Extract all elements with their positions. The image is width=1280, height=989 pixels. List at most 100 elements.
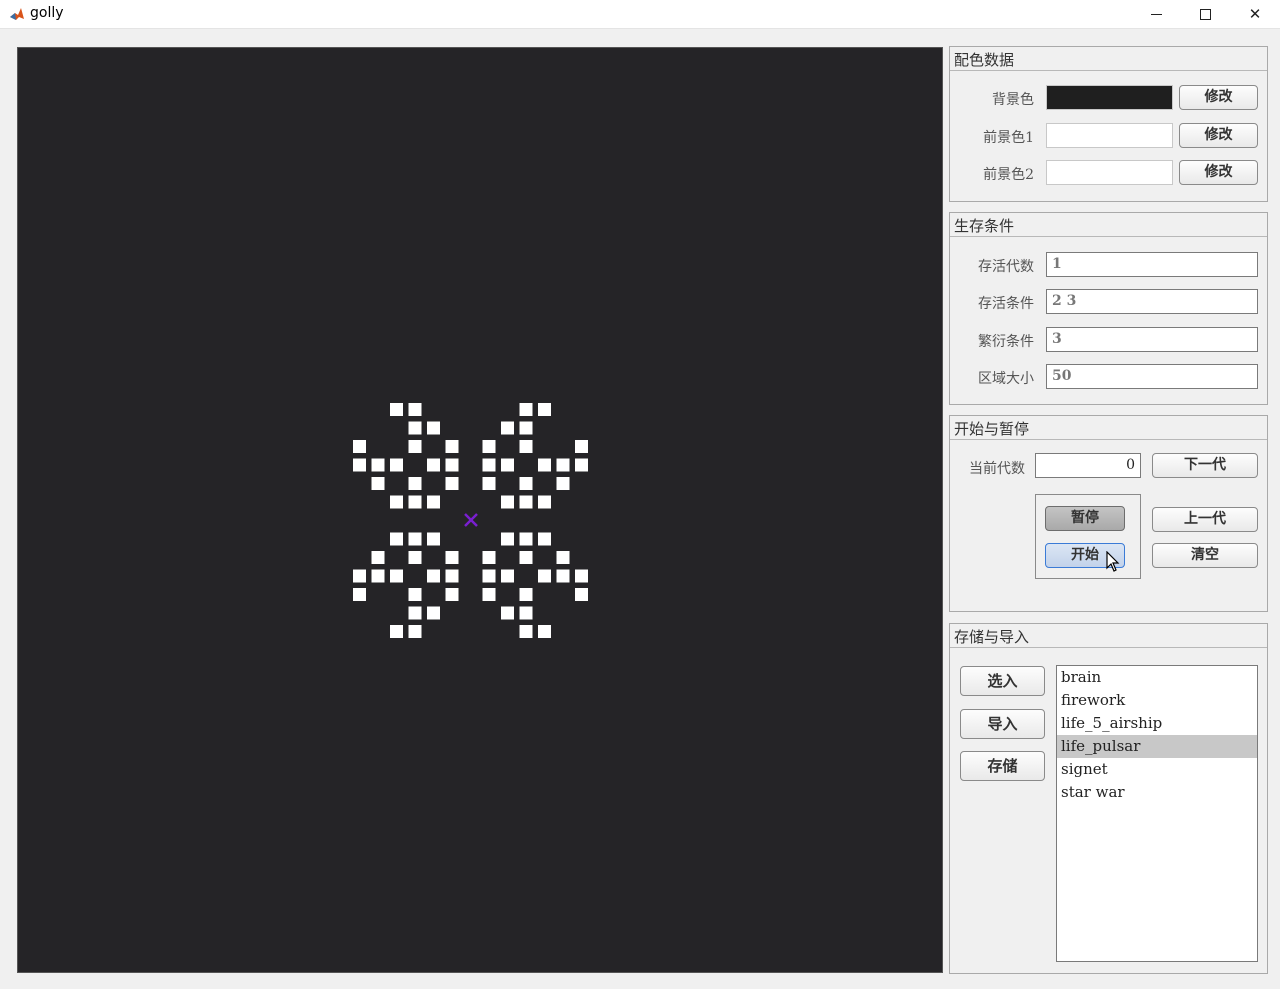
birth-condition-label: 繁衍条件: [978, 334, 1034, 350]
birth-condition-field[interactable]: 3: [1046, 327, 1258, 352]
live-cell: [538, 625, 551, 638]
edit-foreground-color1-button[interactable]: 修改: [1179, 123, 1258, 148]
edit-foreground-color2-button[interactable]: 修改: [1179, 160, 1258, 185]
live-cell: [445, 551, 459, 564]
live-cell: [575, 458, 588, 472]
close-icon: ✕: [1248, 5, 1262, 23]
close-button[interactable]: ✕: [1232, 0, 1278, 28]
live-cell: [390, 625, 403, 638]
live-cell: [482, 588, 496, 601]
list-item[interactable]: firework: [1057, 689, 1257, 712]
run-panel: 开始与暂停 当前代数 0 下一代 暂停 开始 上一代 清空: [949, 415, 1268, 612]
live-cell: [482, 458, 496, 472]
live-cell: [427, 421, 440, 435]
live-cell: [408, 477, 422, 490]
import-button[interactable]: 导入: [960, 709, 1045, 739]
list-item[interactable]: brain: [1057, 666, 1257, 689]
live-cell: [408, 606, 422, 620]
io-panel-title: 存储与导入: [954, 628, 1030, 646]
live-cell: [390, 458, 403, 472]
list-item[interactable]: life_5_airship: [1057, 712, 1257, 735]
generation-field[interactable]: 0: [1035, 453, 1141, 478]
center-cross-icon: [464, 513, 478, 527]
foreground-color1-swatch: [1046, 123, 1173, 148]
io-panel: 存储与导入 选入 导入 存储 brain firework life_5_air…: [949, 623, 1268, 974]
background-color-swatch: [1046, 85, 1173, 110]
live-cell: [538, 458, 551, 472]
live-cell: [445, 440, 459, 453]
life-board[interactable]: [17, 47, 943, 973]
matlab-icon: [9, 6, 25, 22]
survival-condition-label: 存活条件: [978, 296, 1034, 312]
list-item[interactable]: star war: [1057, 781, 1257, 804]
live-cell: [575, 588, 588, 601]
window-title: golly: [30, 5, 64, 21]
live-cell: [390, 495, 403, 509]
maximize-button[interactable]: [1182, 0, 1228, 28]
mouse-cursor-icon: [1106, 551, 1120, 572]
live-cell: [501, 421, 514, 435]
live-cell: [556, 569, 570, 583]
next-generation-button[interactable]: 下一代: [1152, 453, 1258, 478]
color-panel-title: 配色数据: [954, 51, 1015, 69]
live-cell: [408, 532, 422, 546]
live-cell: [538, 532, 551, 546]
survival-condition-field[interactable]: 2 3: [1046, 289, 1258, 314]
survival-generations-field[interactable]: 1: [1046, 252, 1258, 277]
live-cell: [556, 458, 570, 472]
live-cell: [371, 477, 385, 490]
live-cell: [482, 477, 496, 490]
maximize-icon: [1199, 9, 1211, 20]
live-cell: [482, 551, 496, 564]
live-cell: [408, 588, 422, 601]
live-cell: [519, 532, 533, 546]
live-cell: [371, 569, 385, 583]
live-cell: [390, 532, 403, 546]
foreground-color1-label: 前景色1: [983, 130, 1034, 146]
live-cell: [371, 551, 385, 564]
live-cell: [353, 440, 366, 453]
pause-button[interactable]: 暂停: [1045, 506, 1125, 531]
live-cell: [408, 421, 422, 435]
minimize-button[interactable]: [1133, 0, 1179, 28]
live-cell: [501, 495, 514, 509]
area-size-label: 区域大小: [978, 371, 1034, 387]
live-cell: [408, 551, 422, 564]
select-button[interactable]: 选入: [960, 666, 1045, 696]
live-cell: [501, 569, 514, 583]
survival-panel-title: 生存条件: [954, 217, 1015, 235]
live-cell: [408, 440, 422, 453]
minimize-icon: [1150, 14, 1162, 15]
live-cell: [538, 495, 551, 509]
live-cell: [538, 403, 551, 416]
live-cell: [501, 606, 514, 620]
live-cell: [519, 551, 533, 564]
generation-label: 当前代数: [969, 461, 1025, 477]
previous-generation-button[interactable]: 上一代: [1152, 507, 1258, 532]
area-size-field[interactable]: 50: [1046, 364, 1258, 389]
live-cell: [427, 495, 440, 509]
list-item-selected[interactable]: life_pulsar: [1057, 735, 1257, 758]
live-cell: [519, 606, 533, 620]
live-cell: [482, 440, 496, 453]
survival-panel: 生存条件 存活代数 1 存活条件 2 3 繁衍条件 3 区域大小 50: [949, 212, 1268, 405]
foreground-color2-label: 前景色2: [983, 167, 1034, 183]
list-item[interactable]: signet: [1057, 758, 1257, 781]
live-cell: [519, 625, 533, 638]
live-cell: [353, 569, 366, 583]
live-cell: [519, 477, 533, 490]
live-cell: [408, 625, 422, 638]
live-cell: [501, 532, 514, 546]
clear-button[interactable]: 清空: [1152, 543, 1258, 568]
live-cell: [427, 569, 440, 583]
live-cell: [408, 495, 422, 509]
live-cell: [390, 569, 403, 583]
pattern-listbox[interactable]: brain firework life_5_airship life_pulsa…: [1056, 665, 1258, 962]
live-cell: [519, 588, 533, 601]
live-cell: [427, 532, 440, 546]
live-cell: [445, 588, 459, 601]
foreground-color2-swatch: [1046, 160, 1173, 185]
edit-background-color-button[interactable]: 修改: [1179, 85, 1258, 110]
live-cell: [519, 495, 533, 509]
save-button[interactable]: 存储: [960, 751, 1045, 781]
